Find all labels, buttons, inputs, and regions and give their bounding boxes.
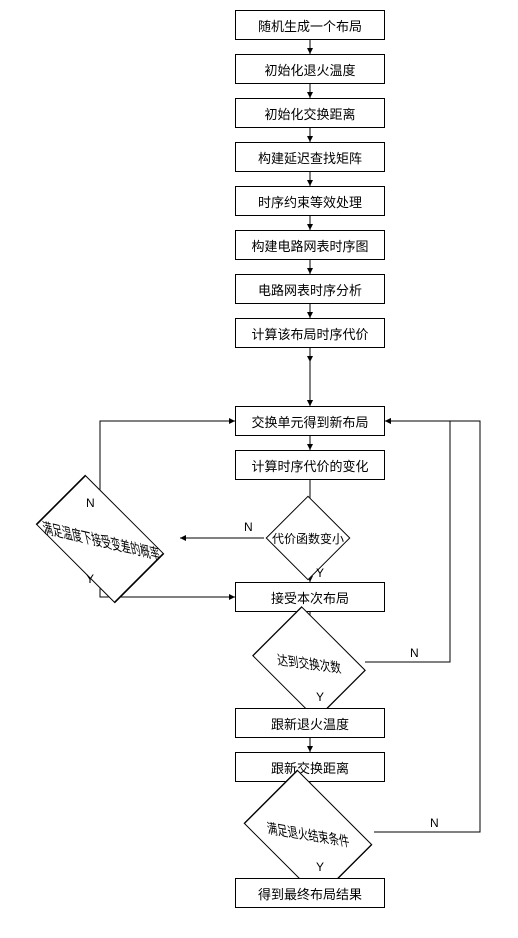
decision-cost-decrease: 代价函数变小 [266, 496, 351, 581]
branch-label-no: N [244, 520, 253, 534]
step-swap-cells: 交换单元得到新布局 [235, 406, 385, 436]
step-update-temp: 跟新退火温度 [235, 708, 385, 738]
branch-label-no: N [430, 816, 439, 830]
branch-label-yes: Y [316, 860, 324, 874]
decision-label: 满足退火结束条件 [265, 817, 351, 851]
step-label: 交换单元得到新布局 [251, 412, 368, 431]
step-label: 接受本次布局 [271, 588, 349, 607]
step-build-netlist-graph: 构建电路网表时序图 [235, 230, 385, 260]
step-random-layout: 随机生成一个布局 [235, 10, 385, 40]
decision-label: 达到交换次数 [276, 649, 342, 677]
step-compute-cost-delta: 计算时序代价的变化 [235, 450, 385, 480]
step-accept-layout: 接受本次布局 [235, 582, 385, 612]
step-init-swap-distance: 初始化交换距离 [235, 98, 385, 128]
step-update-swap-distance: 跟新交换距离 [235, 752, 385, 782]
branch-label-yes: Y [316, 690, 324, 704]
branch-label-no: N [410, 646, 419, 660]
step-label: 计算该布局时序代价 [251, 324, 368, 343]
decision-accept-worse-prob: 满足温度下接受变差的概率 [36, 475, 165, 604]
flowchart: 随机生成一个布局 初始化退火温度 初始化交换距离 构建延迟查找矩阵 时序约束等效… [10, 10, 508, 928]
branch-label-yes: Y [316, 566, 324, 580]
step-label: 随机生成一个布局 [258, 16, 362, 35]
step-compute-timing-cost: 计算该布局时序代价 [235, 318, 385, 348]
step-init-temp: 初始化退火温度 [235, 54, 385, 84]
branch-label-no: N [86, 496, 95, 510]
step-final-layout: 得到最终布局结果 [235, 878, 385, 908]
step-label: 计算时序代价的变化 [251, 456, 368, 475]
step-netlist-timing-analysis: 电路网表时序分析 [235, 274, 385, 304]
step-label: 构建电路网表时序图 [251, 236, 368, 255]
branch-label-yes: Y [86, 572, 94, 586]
step-label: 电路网表时序分析 [258, 280, 362, 299]
decision-swap-count: 达到交换次数 [252, 606, 366, 720]
step-label: 构建延迟查找矩阵 [258, 148, 362, 167]
step-label: 跟新交换距离 [271, 758, 349, 777]
step-label: 时序约束等效处理 [258, 192, 362, 211]
step-label: 跟新退火温度 [271, 714, 349, 733]
step-label: 初始化退火温度 [264, 60, 355, 79]
decision-label: 满足温度下接受变差的概率 [40, 516, 162, 565]
step-build-delay-matrix: 构建延迟查找矩阵 [235, 142, 385, 172]
step-label: 得到最终布局结果 [258, 884, 362, 903]
decision-label: 代价函数变小 [272, 530, 344, 547]
step-timing-constraint: 时序约束等效处理 [235, 186, 385, 216]
step-label: 初始化交换距离 [264, 104, 355, 123]
